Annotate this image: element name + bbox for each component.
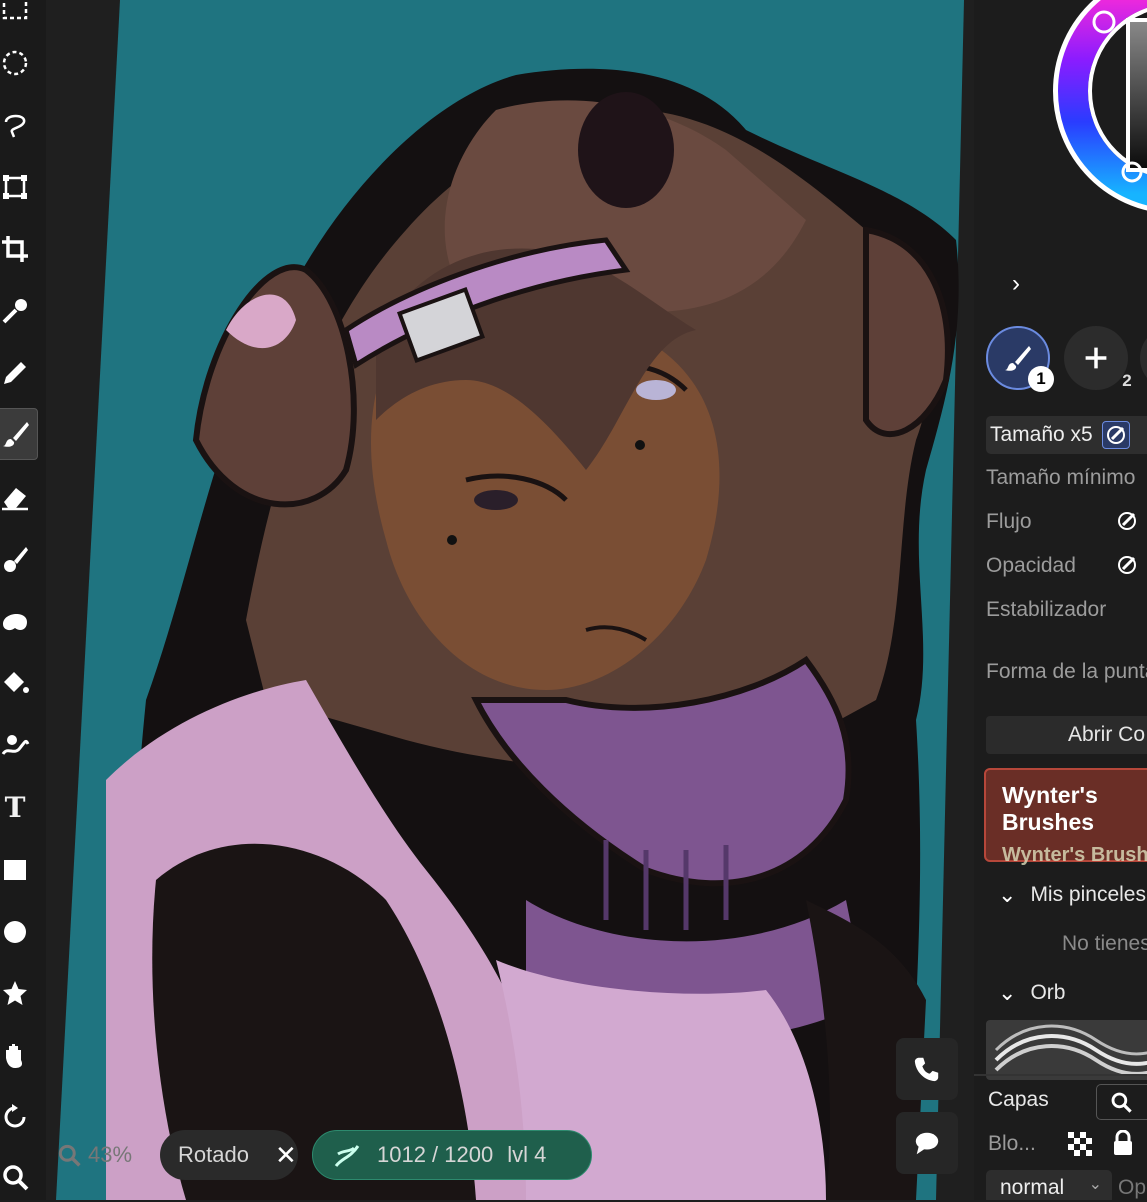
brush-icon xyxy=(1005,346,1031,371)
blur-icon[interactable] xyxy=(0,596,36,646)
transform-icon[interactable] xyxy=(0,162,36,212)
rectangle-shape-icon[interactable] xyxy=(0,844,36,894)
brush-size-row[interactable]: Tamaño x5 xyxy=(986,416,1147,454)
crop-icon[interactable] xyxy=(0,224,36,274)
brush-stroke-preview xyxy=(994,1024,1147,1076)
rotated-pill[interactable]: Rotado ✕ xyxy=(160,1130,298,1180)
ellipse-shape-icon[interactable] xyxy=(0,906,36,956)
rotate-icon[interactable] xyxy=(0,1092,36,1142)
chevron-down-icon: ⌄ xyxy=(998,980,1017,1005)
my-brushes-section[interactable]: ⌄ Mis pinceles xyxy=(998,882,1146,908)
hand-icon[interactable] xyxy=(0,1030,36,1080)
zoom-icon xyxy=(58,1144,81,1167)
blend-label: Blo... xyxy=(988,1132,1036,1155)
flow-pressure-icon[interactable] xyxy=(1114,508,1140,534)
artwork-canvas[interactable] xyxy=(46,0,974,1200)
blend-mode-value: normal xyxy=(1000,1176,1065,1199)
brush-stroke-icon xyxy=(334,1145,360,1167)
smudge-icon[interactable] xyxy=(0,534,36,584)
chevron-down-icon: ⌄ xyxy=(998,882,1017,907)
opacity-label: Opacidad xyxy=(986,554,1076,577)
lock-icon[interactable] xyxy=(1112,1130,1134,1156)
orb-section[interactable]: ⌄ Orb xyxy=(998,980,1065,1006)
call-button[interactable] xyxy=(896,1038,958,1100)
stabilizer-label: Estabilizador xyxy=(986,598,1107,621)
alpha-lock-icon[interactable] xyxy=(1068,1132,1092,1156)
layers-title: Capas xyxy=(988,1088,1049,1111)
slot-badge: 2 xyxy=(1122,371,1132,390)
canvas-area[interactable]: 43% Rotado ✕ 1012 / 1200 lvl 4 xyxy=(46,0,974,1200)
eraser-icon[interactable] xyxy=(0,472,36,522)
level-value: lvl 4 xyxy=(507,1142,547,1167)
my-brushes-label: Mis pinceles xyxy=(1030,883,1146,906)
star-shape-icon[interactable] xyxy=(0,968,36,1018)
brush-pack-card[interactable]: Wynter's Brushes Wynter's Brushes xyxy=(984,768,1147,866)
marquee-rect-icon[interactable] xyxy=(0,0,36,32)
chevron-right-icon[interactable]: › xyxy=(1012,270,1020,298)
open-button[interactable]: Abrir Co xyxy=(986,716,1147,754)
zoom-icon[interactable] xyxy=(0,1152,36,1202)
marquee-ellipse-icon[interactable] xyxy=(0,38,36,88)
brush-preview[interactable] xyxy=(986,1020,1147,1080)
chat-button[interactable] xyxy=(896,1112,958,1174)
fill-icon[interactable] xyxy=(0,658,36,708)
blend-mode-select[interactable]: normal ⌄ xyxy=(986,1170,1112,1200)
brush-slot-2[interactable]: 2 xyxy=(1064,326,1132,390)
zoom-indicator[interactable]: 43% xyxy=(56,1130,132,1180)
chevron-down-icon: ⌄ xyxy=(1088,1176,1102,1193)
tip-shape-label: Forma de la punta xyxy=(986,660,1147,683)
pencil-icon[interactable] xyxy=(0,348,36,398)
empty-note: No tienes xyxy=(1062,932,1147,955)
flow-label: Flujo xyxy=(986,510,1032,533)
brush-pack-subtitle: Wynter's Brushes xyxy=(1002,844,1147,866)
color-wheel[interactable] xyxy=(1036,0,1147,226)
eyedropper-icon[interactable] xyxy=(0,286,36,336)
brush-icon[interactable] xyxy=(0,408,38,460)
text-icon[interactable]: T xyxy=(0,782,36,832)
phone-icon xyxy=(914,1057,939,1082)
pressure-icon[interactable] xyxy=(1102,421,1130,449)
brush-panel: › 1 2 Tamaño x5 Tamaño mínimo Flujo Opac… xyxy=(974,0,1147,1200)
resolution-pill[interactable]: 1012 / 1200 lvl 4 xyxy=(312,1130,592,1180)
plus-icon xyxy=(1085,347,1107,369)
brush-slot-3[interactable] xyxy=(1140,326,1147,390)
brush-pack-title: Wynter's Brushes xyxy=(1002,782,1098,835)
slot-badge: 1 xyxy=(1028,366,1054,392)
resolution-value: 1012 / 1200 xyxy=(377,1142,494,1167)
close-icon[interactable]: ✕ xyxy=(275,1140,297,1171)
lasso-icon[interactable] xyxy=(0,100,36,150)
tool-sidebar: T xyxy=(0,0,46,1200)
zoom-value: 43% xyxy=(88,1142,133,1167)
rotated-label: Rotado xyxy=(178,1142,249,1167)
orb-label: Orb xyxy=(1030,981,1066,1004)
brush-size-label: Tamaño x5 xyxy=(990,423,1093,446)
chat-icon xyxy=(915,1132,939,1155)
search-icon xyxy=(1111,1092,1132,1113)
brush-slot-1[interactable]: 1 xyxy=(986,326,1054,392)
opacity-pressure-icon[interactable] xyxy=(1114,552,1140,578)
layers-search[interactable] xyxy=(1096,1084,1147,1120)
divider xyxy=(974,1074,1147,1076)
min-size-label: Tamaño mínimo xyxy=(986,466,1136,489)
layer-opacity-label: Op xyxy=(1118,1176,1147,1199)
liquify-icon[interactable] xyxy=(0,720,36,770)
